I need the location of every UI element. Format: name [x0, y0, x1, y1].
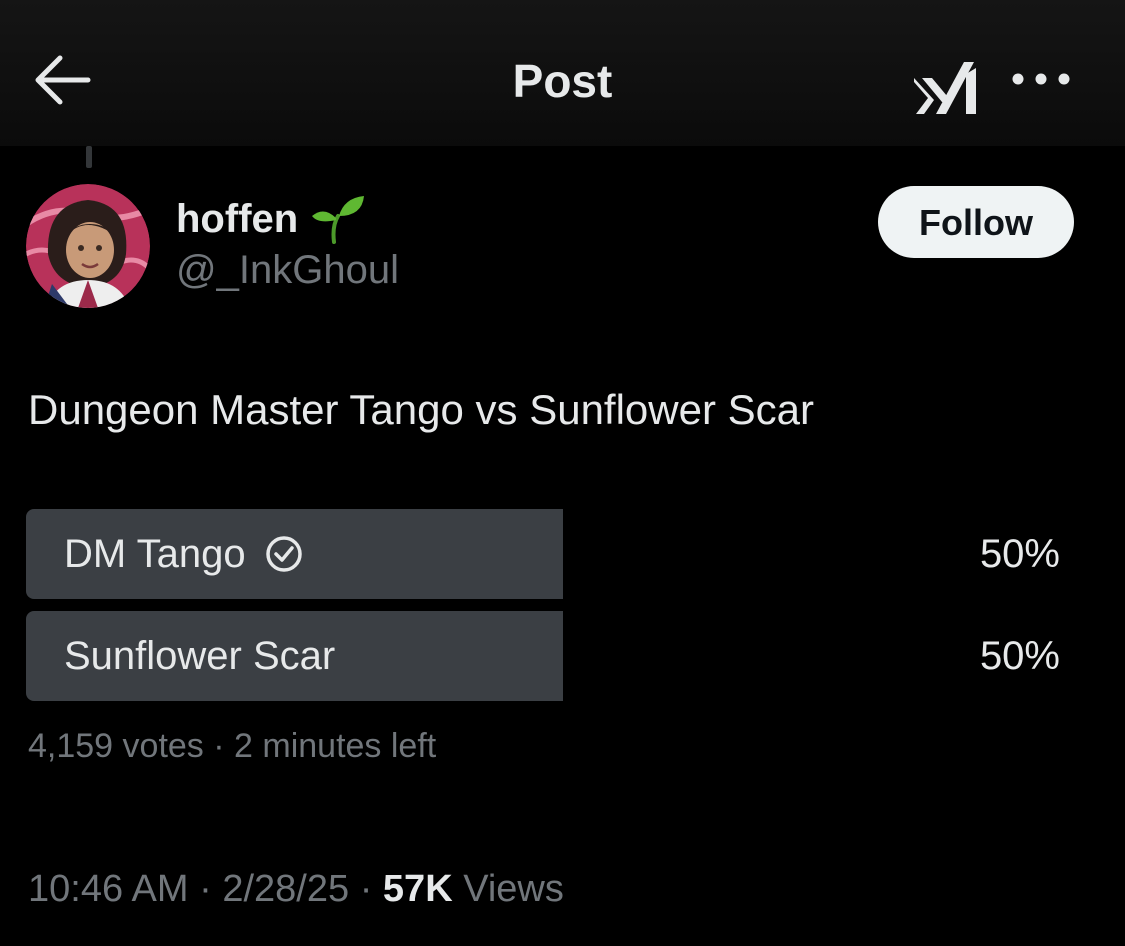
poll-option-percent: 50%: [979, 532, 1060, 576]
author-handle[interactable]: @_InkGhoul: [176, 248, 399, 293]
post-timestamp-row: 10:46 AM · 2/28/25 · 57K Views: [28, 864, 564, 914]
poll-option-dm-tango[interactable]: DM Tango 50%: [26, 509, 1066, 599]
grok-logo-icon: [914, 62, 976, 114]
author-name-row: hoffen: [176, 194, 366, 244]
more-dots-icon: [1012, 73, 1070, 85]
avatar-illustration: [26, 184, 150, 308]
post-time[interactable]: 10:46 AM: [28, 868, 189, 910]
poll-option-label: Sunflower Scar: [64, 633, 336, 678]
avatar[interactable]: [26, 184, 150, 308]
separator: ·: [188, 868, 223, 910]
post-date[interactable]: 2/28/25: [222, 868, 349, 910]
top-bar: Post: [0, 0, 1125, 146]
seedling-icon: [312, 196, 365, 244]
author-display-name[interactable]: hoffen: [176, 197, 298, 242]
poll-option-label-row: DM Tango: [64, 509, 304, 599]
poll-option-label: DM Tango: [64, 531, 246, 576]
poll-option-label-row: Sunflower Scar: [64, 611, 335, 701]
separator: ·: [203, 727, 235, 765]
poll-option-sunflower-scar[interactable]: Sunflower Scar 50%: [26, 611, 1066, 701]
grok-button[interactable]: [908, 58, 984, 120]
post-text: Dungeon Master Tango vs Sunflower Scar: [28, 386, 814, 433]
views-count[interactable]: 57K: [383, 868, 453, 910]
views-label: Views: [452, 868, 564, 910]
poll-votes: 4,159 votes: [28, 727, 204, 765]
more-options-button[interactable]: [1008, 64, 1074, 94]
separator: ·: [349, 868, 383, 910]
poll-meta: 4,159 votes · 2 minutes left: [28, 724, 436, 768]
follow-button[interactable]: Follow: [878, 186, 1074, 258]
poll-option-percent: 50%: [979, 634, 1060, 678]
thread-connector-line: [86, 146, 92, 168]
poll-time-left: 2 minutes left: [234, 727, 437, 765]
check-circle-icon: [265, 536, 302, 572]
